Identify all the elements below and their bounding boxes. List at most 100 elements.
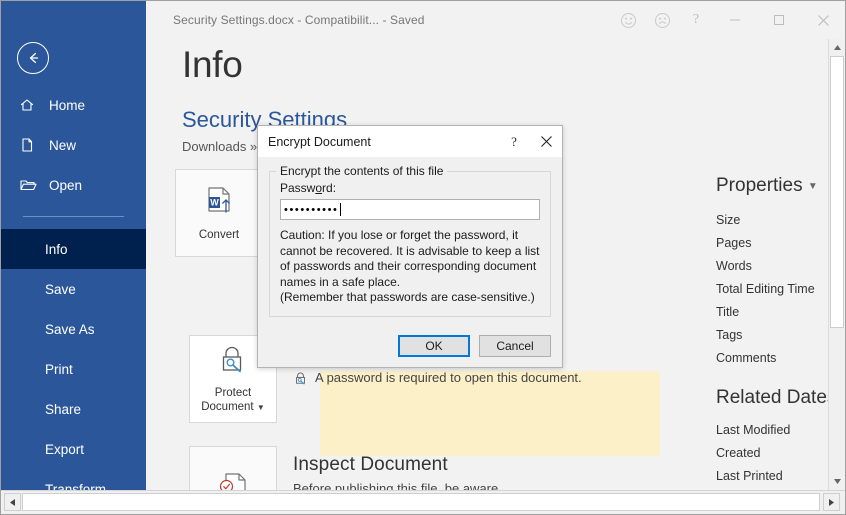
sidebar-divider bbox=[23, 216, 124, 217]
help-glyph: ? bbox=[693, 12, 699, 28]
property-key: Size bbox=[716, 213, 830, 227]
convert-button[interactable]: W Convert bbox=[175, 169, 263, 257]
page-title: Info bbox=[182, 44, 243, 86]
property-key: Tags bbox=[716, 328, 830, 342]
sidebar-item-home[interactable]: Home bbox=[1, 85, 146, 125]
inspect-document-body: Inspect Document Before publishing this … bbox=[293, 446, 498, 490]
scroll-up-icon[interactable] bbox=[829, 39, 845, 56]
horizontal-scrollbar-track[interactable] bbox=[22, 493, 820, 511]
happy-face-icon[interactable] bbox=[611, 5, 645, 35]
maximize-button[interactable] bbox=[757, 5, 801, 35]
date-key: Created bbox=[716, 446, 830, 460]
property-key: Comments bbox=[716, 351, 830, 365]
password-input[interactable]: •••••••••• bbox=[280, 199, 540, 220]
property-row: Size 20.5KB bbox=[716, 208, 845, 231]
password-label: Password: bbox=[280, 181, 540, 195]
sidebar-item-print[interactable]: Print bbox=[1, 349, 146, 389]
property-key: Pages bbox=[716, 236, 830, 250]
dialog-title-bar: Encrypt Document ? bbox=[258, 126, 562, 157]
scroll-left-icon[interactable] bbox=[4, 493, 21, 511]
scroll-right-icon[interactable] bbox=[823, 493, 840, 511]
chevron-down-icon[interactable]: ▼ bbox=[257, 403, 265, 412]
sidebar-item-save-as[interactable]: Save As bbox=[1, 309, 146, 349]
protect-document-icon bbox=[215, 343, 251, 381]
inspect-document-button[interactable] bbox=[189, 446, 277, 490]
sidebar-item-label: Share bbox=[45, 402, 81, 417]
date-key: Last Modified bbox=[716, 423, 830, 437]
minimize-button[interactable] bbox=[713, 5, 757, 35]
property-row: Tags Add a tag bbox=[716, 323, 845, 346]
sidebar-item-new[interactable]: New bbox=[1, 125, 146, 165]
property-key: Title bbox=[716, 305, 830, 319]
dialog-help-glyph: ? bbox=[511, 134, 517, 150]
breadcrumb: Downloads » bbox=[182, 139, 257, 154]
scroll-down-icon[interactable] bbox=[829, 473, 845, 490]
dialog-buttons: OK Cancel bbox=[258, 326, 562, 367]
sidebar-item-label: Open bbox=[49, 178, 82, 193]
sidebar-item-label: Save As bbox=[45, 322, 95, 337]
password-input-value: •••••••••• bbox=[284, 204, 339, 216]
dialog-body: Encrypt the contents of this file Passwo… bbox=[258, 157, 562, 326]
horizontal-scrollbar[interactable] bbox=[1, 490, 845, 514]
backstage-nav: Home New Open Info Save bbox=[1, 85, 146, 490]
encrypt-group: Encrypt the contents of this file Passwo… bbox=[269, 171, 551, 317]
protect-button-label-line2: Document ▼ bbox=[201, 400, 265, 415]
chevron-down-icon[interactable]: ▼ bbox=[808, 181, 818, 192]
sidebar-item-transform[interactable]: Transform bbox=[1, 469, 146, 490]
encrypt-group-legend: Encrypt the contents of this file bbox=[276, 164, 447, 178]
ok-button[interactable]: OK bbox=[398, 335, 470, 357]
vertical-scrollbar-thumb[interactable] bbox=[830, 56, 844, 328]
protect-document-description-row: A password is required to open this docu… bbox=[293, 369, 582, 390]
svg-text:W: W bbox=[210, 197, 219, 207]
help-icon[interactable]: ? bbox=[679, 5, 713, 35]
sidebar-item-label: Home bbox=[49, 98, 85, 113]
sidebar-item-export[interactable]: Export bbox=[1, 429, 146, 469]
sidebar-item-label: Print bbox=[45, 362, 73, 377]
property-row: Total Editing Time 1 Minute bbox=[716, 277, 845, 300]
sidebar-item-save[interactable]: Save bbox=[1, 269, 146, 309]
backstage-sidebar: Home New Open Info Save bbox=[1, 1, 146, 490]
date-row: Created 6/6/2020 3:31 PM bbox=[716, 441, 845, 464]
property-row: Pages 1 bbox=[716, 231, 845, 254]
property-key: Total Editing Time bbox=[716, 282, 830, 296]
inspect-document-heading: Inspect Document bbox=[293, 454, 498, 476]
property-row: Comments Add comments bbox=[716, 346, 845, 369]
dialog-close-icon[interactable] bbox=[530, 127, 562, 157]
text-cursor bbox=[340, 203, 341, 216]
inspect-document-tile[interactable]: Inspect Document Before publishing this … bbox=[189, 446, 498, 490]
title-bar: Security Settings.docx - Compatibilit...… bbox=[146, 1, 845, 39]
back-arrow-icon[interactable] bbox=[17, 42, 49, 74]
home-icon bbox=[19, 97, 41, 113]
related-dates-heading: Related Dates bbox=[716, 387, 845, 409]
sidebar-item-label: Info bbox=[45, 242, 68, 257]
sidebar-item-open[interactable]: Open bbox=[1, 165, 146, 205]
sidebar-item-label: Transform bbox=[45, 482, 106, 491]
vertical-scrollbar[interactable] bbox=[828, 39, 845, 490]
date-key: Last Printed bbox=[716, 469, 830, 483]
property-row: Title Security Settings bbox=[716, 300, 845, 323]
open-folder-icon bbox=[19, 177, 41, 193]
lock-key-icon bbox=[293, 369, 308, 390]
protect-document-description: A password is required to open this docu… bbox=[315, 369, 582, 390]
dialog-help-icon[interactable]: ? bbox=[498, 127, 530, 157]
sidebar-item-info[interactable]: Info bbox=[1, 229, 146, 269]
protect-button-label-line1: Protect bbox=[215, 386, 251, 400]
window-controls: ? bbox=[611, 1, 845, 39]
cancel-button[interactable]: Cancel bbox=[479, 335, 551, 357]
convert-button-label: Convert bbox=[199, 228, 239, 242]
encrypt-document-dialog: Encrypt Document ? Encrypt the contents … bbox=[257, 125, 563, 368]
properties-heading[interactable]: Properties ▼ bbox=[716, 175, 845, 197]
property-row: Words 38 bbox=[716, 254, 845, 277]
inspect-document-description: Before publishing this file, be aware bbox=[293, 480, 498, 490]
sidebar-item-label: Export bbox=[45, 442, 84, 457]
sidebar-item-label: New bbox=[49, 138, 76, 153]
sidebar-item-label: Save bbox=[45, 282, 76, 297]
sad-face-icon[interactable] bbox=[645, 5, 679, 35]
caution-text: Caution: If you lose or forget the passw… bbox=[280, 228, 540, 306]
close-button[interactable] bbox=[801, 5, 845, 35]
property-key: Words bbox=[716, 259, 830, 273]
dialog-title: Encrypt Document bbox=[268, 135, 498, 149]
properties-heading-label: Properties bbox=[716, 175, 803, 196]
word-backstage-window: Home New Open Info Save bbox=[0, 0, 846, 515]
sidebar-item-share[interactable]: Share bbox=[1, 389, 146, 429]
